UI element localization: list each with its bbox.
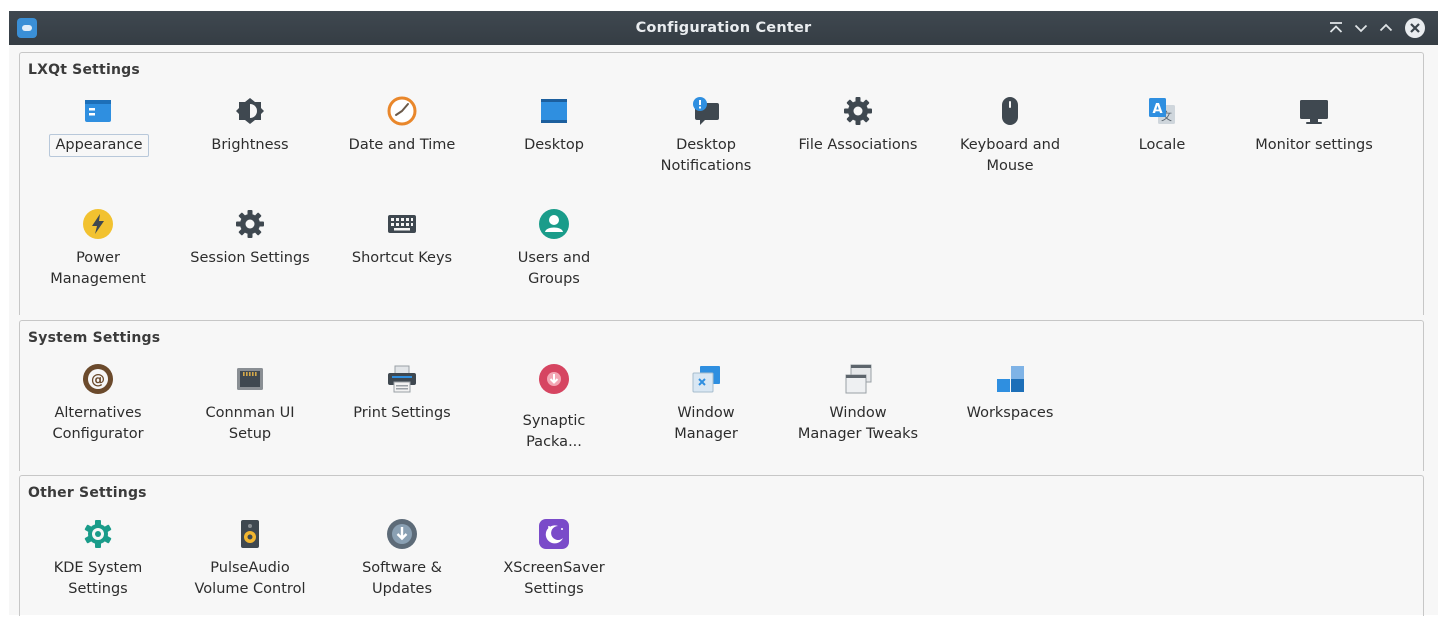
item-alternatives-configurator[interactable]: @ Alternatives Configurator — [22, 363, 174, 463]
item-pulseaudio-volume-control[interactable]: PulseAudio Volume Control — [174, 518, 326, 618]
group-system-settings: System Settings @ Alternatives Configura… — [19, 320, 1424, 471]
locale-icon: 文A — [1146, 95, 1178, 127]
item-power-management[interactable]: Power Management — [22, 208, 174, 308]
group-title: System Settings — [28, 330, 161, 346]
item-label: Print Settings — [353, 405, 451, 421]
alternatives-icon: @ — [82, 363, 114, 395]
maximize-button[interactable] — [1375, 17, 1397, 39]
close-button[interactable] — [1404, 17, 1426, 39]
item-workspaces[interactable]: Workspaces — [934, 363, 1086, 463]
item-label: Power Management — [50, 250, 146, 287]
item-xscreensaver-settings[interactable]: XScreenSaver Settings — [478, 518, 630, 618]
item-connman-ui-setup[interactable]: Connman UI Setup — [174, 363, 326, 463]
group-title: LXQt Settings — [28, 62, 140, 78]
item-label: Session Settings — [190, 250, 310, 266]
item-label: Software & Updates — [362, 560, 442, 597]
keep-above-button[interactable] — [1325, 17, 1347, 39]
item-label: KDE System Settings — [53, 560, 143, 597]
appearance-icon — [82, 95, 114, 127]
item-label: Synaptic Packa... — [522, 413, 586, 450]
item-desktop[interactable]: Desktop — [478, 95, 630, 195]
item-label: Locale — [1138, 137, 1186, 153]
network-port-icon — [234, 363, 266, 395]
item-session-settings[interactable]: Session Settings — [174, 208, 326, 308]
item-label: Desktop — [524, 137, 584, 153]
synaptic-icon — [538, 363, 570, 395]
item-label: Keyboard and Mouse — [959, 137, 1061, 174]
item-software-and-updates[interactable]: Software & Updates — [326, 518, 478, 618]
item-window-manager-tweaks[interactable]: Window Manager Tweaks — [782, 363, 934, 463]
item-label: Window Manager Tweaks — [797, 405, 919, 442]
item-label: Shortcut Keys — [351, 250, 453, 266]
chevron-down-icon — [1354, 24, 1368, 33]
title-bar[interactable]: Configuration Center — [9, 11, 1438, 45]
svg-text:A: A — [1152, 102, 1162, 117]
clock-icon — [386, 95, 418, 127]
window-tweaks-icon — [842, 363, 874, 395]
item-label: PulseAudio Volume Control — [194, 560, 306, 597]
settings-content: LXQt Settings Appearance Brightness Date… — [9, 45, 1438, 616]
printer-icon — [386, 363, 418, 395]
item-brightness[interactable]: Brightness — [174, 95, 326, 195]
monitor-icon — [1298, 95, 1330, 127]
item-shortcut-keys[interactable]: Shortcut Keys — [326, 208, 478, 308]
software-updates-icon — [386, 518, 418, 550]
window-title: Configuration Center — [635, 20, 812, 36]
group-lxqt-settings: LXQt Settings Appearance Brightness Date… — [19, 52, 1424, 315]
item-label: Window Manager — [674, 405, 738, 442]
item-users-and-groups[interactable]: Users and Groups — [478, 208, 630, 308]
power-icon — [82, 208, 114, 240]
item-date-and-time[interactable]: Date and Time — [326, 95, 478, 195]
item-synaptic-package-manager[interactable]: Synaptic Packa... — [478, 363, 630, 463]
keep-above-icon — [1329, 22, 1343, 33]
group-other-settings: Other Settings KDE System Settings Pulse… — [19, 475, 1424, 616]
item-label: Date and Time — [348, 137, 456, 153]
item-locale[interactable]: 文A Locale — [1086, 95, 1238, 195]
item-monitor-settings[interactable]: Monitor settings — [1238, 95, 1390, 195]
keyboard-icon — [386, 208, 418, 240]
item-appearance[interactable]: Appearance — [22, 95, 174, 195]
workspaces-icon — [994, 363, 1026, 395]
close-icon — [1405, 18, 1425, 38]
minimize-button[interactable] — [1350, 17, 1372, 39]
gear-icon — [842, 95, 874, 127]
item-label: Users and Groups — [517, 250, 591, 287]
svg-text:@: @ — [91, 372, 105, 388]
item-label: Appearance — [49, 134, 149, 157]
configuration-center-window: Configuration Center LXQt Settings Appea… — [9, 11, 1438, 616]
item-print-settings[interactable]: Print Settings — [326, 363, 478, 463]
brightness-icon — [234, 95, 266, 127]
item-label: File Associations — [798, 137, 918, 153]
item-label: Alternatives Configurator — [52, 405, 144, 442]
gear-icon — [234, 208, 266, 240]
user-icon — [538, 208, 570, 240]
item-label: Brightness — [211, 137, 289, 153]
screensaver-icon — [538, 518, 570, 550]
item-label: XScreenSaver Settings — [503, 560, 605, 597]
mouse-icon — [994, 95, 1026, 127]
item-kde-system-settings[interactable]: KDE System Settings — [22, 518, 174, 618]
item-keyboard-and-mouse[interactable]: Keyboard and Mouse — [934, 95, 1086, 195]
desktop-icon — [538, 95, 570, 127]
speaker-icon — [234, 518, 266, 550]
notifications-icon — [690, 95, 722, 127]
item-window-manager[interactable]: Window Manager — [630, 363, 782, 463]
item-label: Workspaces — [966, 405, 1054, 421]
group-title: Other Settings — [28, 485, 147, 501]
item-label: Desktop Notifications — [660, 137, 752, 174]
item-desktop-notifications[interactable]: Desktop Notifications — [630, 95, 782, 195]
kde-settings-icon — [82, 518, 114, 550]
window-manager-icon — [690, 363, 722, 395]
chevron-up-icon — [1379, 23, 1393, 32]
item-file-associations[interactable]: File Associations — [782, 95, 934, 195]
item-label: Monitor settings — [1255, 137, 1373, 153]
item-label: Connman UI Setup — [205, 405, 295, 442]
